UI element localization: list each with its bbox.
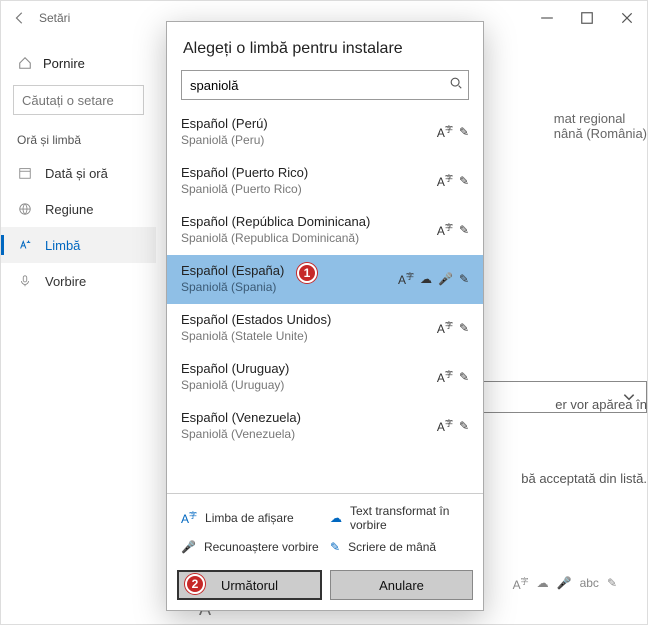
language-subtitle: Spaniolă (Peru) (181, 133, 268, 147)
legend-label: Scriere de mână (348, 540, 436, 554)
language-subtitle: Spaniolă (Republica Dominicană) (181, 231, 370, 245)
language-subtitle: Spaniolă (Uruguay) (181, 378, 289, 392)
search-icon[interactable] (449, 76, 463, 95)
speech-icon: 🎤 (438, 272, 453, 286)
cancel-button[interactable]: Anulare (330, 570, 473, 600)
hand-icon: ✎ (459, 272, 469, 286)
display-icon: A字 (437, 173, 453, 189)
legend-tts: ☁ Text transformat în vorbire (330, 504, 469, 532)
language-name: Español (Venezuela) (181, 410, 301, 425)
language-feature-icons: A字 ✎ (437, 222, 469, 238)
button-label: Următorul (221, 578, 278, 593)
feature-legend: A字 Limba de afișare ☁ Text transformat în … (167, 494, 483, 562)
language-name: Español (República Dominicana) (181, 214, 370, 229)
language-row[interactable]: Español (Uruguay) Spaniolă (Uruguay) A字 ✎ (167, 353, 483, 402)
legend-label: Recunoaștere vorbire (204, 540, 319, 554)
legend-handwriting: ✎ Scriere de mână (330, 540, 469, 554)
language-subtitle: Spaniolă (Venezuela) (181, 427, 301, 441)
language-subtitle: Spaniolă (Statele Unite) (181, 329, 331, 343)
hand-icon: ✎ (459, 419, 469, 433)
language-name: Español (España) (181, 263, 284, 278)
annotation-2: 2 (185, 574, 205, 594)
language-feature-icons: A字 ✎ (437, 124, 469, 140)
tts-icon: ☁ (330, 511, 342, 525)
hand-icon: ✎ (459, 370, 469, 384)
language-row[interactable]: Español (España) Spaniolă (Spania) A字 ☁ 🎤 ✎… (167, 255, 483, 304)
display-icon: A字 (437, 320, 453, 336)
legend-display: A字 Limba de afișare (181, 504, 320, 532)
language-row[interactable]: Español (Estados Unidos) Spaniolă (State… (167, 304, 483, 353)
language-row[interactable]: Español (Perú) Spaniolă (Peru) A字 ✎ (167, 108, 483, 157)
language-row[interactable]: Español (Puerto Rico) Spaniolă (Puerto R… (167, 157, 483, 206)
display-icon: A字 (398, 271, 414, 287)
language-subtitle: Spaniolă (Spania) (181, 280, 284, 294)
modal-overlay: Alegeți o limbă pentru instalare Español… (1, 1, 647, 624)
hand-icon: ✎ (459, 174, 469, 188)
hand-icon: ✎ (459, 321, 469, 335)
dialog-buttons: 2 Următorul Anulare (167, 562, 483, 610)
tts-icon: ☁ (420, 272, 432, 286)
language-name: Español (Perú) (181, 116, 268, 131)
legend-speech: 🎤 Recunoaștere vorbire (181, 540, 320, 554)
language-search-input[interactable] (181, 70, 469, 100)
display-icon: A字 (437, 222, 453, 238)
language-feature-icons: A字 ✎ (437, 369, 469, 385)
language-feature-icons: A字 ☁ 🎤 ✎ (398, 271, 469, 287)
display-icon: A字 (437, 369, 453, 385)
legend-label: Text transformat în vorbire (350, 504, 469, 532)
language-search[interactable] (181, 70, 469, 100)
display-icon: A字 (437, 418, 453, 434)
display-lang-icon: A字 (181, 510, 197, 526)
hand-icon: ✎ (459, 125, 469, 139)
hand-icon: ✎ (330, 540, 340, 554)
language-feature-icons: A字 ✎ (437, 173, 469, 189)
dialog-title: Alegeți o limbă pentru instalare (167, 22, 483, 68)
language-row[interactable]: Español (República Dominicana) Spaniolă … (167, 206, 483, 255)
legend-label: Limba de afișare (205, 511, 294, 525)
install-language-dialog: Alegeți o limbă pentru instalare Español… (166, 21, 484, 611)
language-subtitle: Spaniolă (Puerto Rico) (181, 182, 308, 196)
annotation-1: 1 (297, 263, 317, 283)
button-label: Anulare (379, 578, 424, 593)
language-name: Español (Estados Unidos) (181, 312, 331, 327)
language-feature-icons: A字 ✎ (437, 320, 469, 336)
display-icon: A字 (437, 124, 453, 140)
mic-icon: 🎤 (181, 540, 196, 554)
language-list[interactable]: Español (Perú) Spaniolă (Peru) A字 ✎ Españ… (167, 106, 483, 494)
language-row[interactable]: Español (Venezuela) Spaniolă (Venezuela)… (167, 402, 483, 451)
language-name: Español (Puerto Rico) (181, 165, 308, 180)
language-feature-icons: A字 ✎ (437, 418, 469, 434)
language-name: Español (Uruguay) (181, 361, 289, 376)
hand-icon: ✎ (459, 223, 469, 237)
